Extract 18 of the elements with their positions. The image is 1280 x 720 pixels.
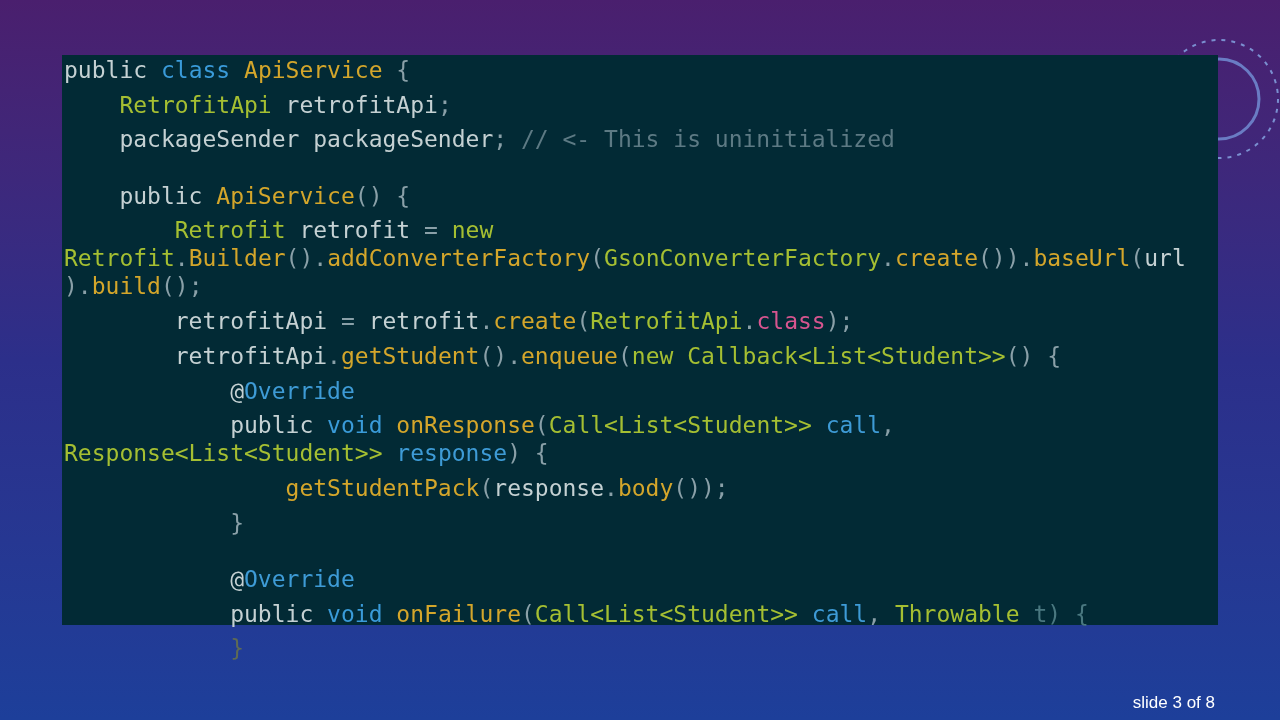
code-line: retrofitApi = retrofit.create(RetrofitApi.class); <box>173 307 854 336</box>
code-line: ).build(); <box>64 272 203 301</box>
code-line: retrofitApi.getStudent().enqueue(new Callback<List<Student>>() { <box>173 341 1062 370</box>
code-line: Retrofit.Builder().addConverterFactory(GsonConverterFactory.create()).baseUrl(url <box>64 244 1186 273</box>
code-line: public void onFailure(Call<List<Student>> call, Throwable t) { <box>229 599 1089 628</box>
code-line: public ApiService() { <box>118 181 411 210</box>
code-line: packageSender packageSender; // <- This is uninitialized <box>118 125 895 154</box>
slide-counter: slide 3 of 8 <box>1132 691 1215 714</box>
code-line: getStudentPack(response.body()); <box>284 473 729 502</box>
code-line: Retrofit retrofit = new <box>173 216 494 245</box>
code-line: @Override <box>229 376 355 405</box>
code-line: } <box>229 508 244 537</box>
code-line: public void onResponse(Call<List<Student>> call, <box>229 411 895 440</box>
code-line: } <box>229 634 244 663</box>
code-line: public class ApiService { <box>64 56 411 84</box>
code-line: Response<List<Student>> response) { <box>64 439 549 468</box>
code-line: RetrofitApi retrofitApi; <box>118 90 452 119</box>
code-line: @Override <box>229 564 355 593</box>
